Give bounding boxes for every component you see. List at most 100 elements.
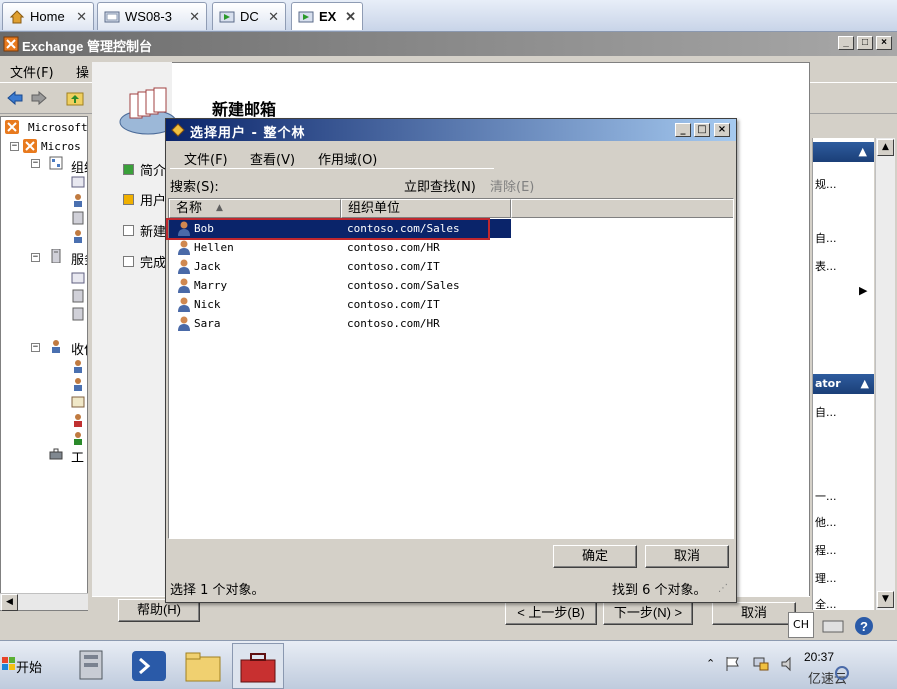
- clear-button[interactable]: 清除(E): [490, 176, 534, 195]
- language-indicator[interactable]: CH: [788, 612, 814, 638]
- table-row[interactable]: Marry contoso.com/Sales: [169, 276, 511, 295]
- dialog-title-bar: 选择用户 - 整个林 _ □ ×: [166, 119, 736, 141]
- table-row[interactable]: Sara contoso.com/HR: [169, 314, 511, 333]
- windows-logo-icon: [2, 657, 15, 670]
- tree-node[interactable]: 收件: [71, 339, 87, 358]
- volume-icon[interactable]: [780, 655, 794, 673]
- scroll-up-button[interactable]: ▲: [877, 139, 894, 156]
- powershell-icon[interactable]: [126, 645, 172, 687]
- table-row[interactable]: Jack contoso.com/IT: [169, 257, 511, 276]
- clock[interactable]: 20:37: [804, 650, 834, 664]
- tab-label: DC: [240, 9, 259, 24]
- help-icon[interactable]: ?: [854, 616, 874, 636]
- action-item[interactable]: 表...: [815, 258, 837, 274]
- find-now-button[interactable]: 立即查找(N): [404, 176, 476, 195]
- menu-view[interactable]: 查看(V): [250, 149, 295, 168]
- action-item[interactable]: 理...: [815, 570, 837, 586]
- action-item[interactable]: 他...: [815, 514, 837, 530]
- table-row[interactable]: Hellen contoso.com/HR: [169, 238, 511, 257]
- action-item[interactable]: 全...: [815, 596, 837, 610]
- collapse-icon[interactable]: −: [31, 253, 40, 262]
- tree-node[interactable]: Micros: [41, 140, 81, 153]
- action-item[interactable]: 自...: [815, 404, 837, 420]
- flag-icon[interactable]: [724, 655, 742, 673]
- tab-home[interactable]: Home ✕: [2, 2, 94, 30]
- minimize-button[interactable]: _: [838, 36, 854, 50]
- user-icon: [74, 230, 82, 243]
- menu-file[interactable]: 文件(F): [184, 149, 228, 168]
- column-header-filler: [511, 199, 733, 218]
- tab-ws08-3[interactable]: WS08-3 ✕: [97, 2, 207, 30]
- explorer-folder-icon[interactable]: [180, 645, 226, 687]
- tab-ex[interactable]: EX ✕: [291, 2, 363, 30]
- close-button[interactable]: ×: [876, 36, 892, 50]
- search-input[interactable]: [232, 174, 402, 192]
- menu-file[interactable]: 文件(F): [10, 62, 54, 81]
- scroll-down-button[interactable]: ▼: [877, 591, 894, 608]
- console-tree: Microsoft − Micros − 组织 − 服务 − 收件 工: [0, 116, 88, 611]
- tree-node[interactable]: 服务: [71, 249, 87, 268]
- tree-node[interactable]: 组织: [71, 157, 87, 176]
- start-button[interactable]: 开始: [0, 647, 50, 683]
- resize-grip-icon[interactable]: ⋰: [718, 583, 728, 594]
- tree-node[interactable]: 工: [71, 447, 84, 466]
- network-icon[interactable]: [752, 655, 770, 673]
- submenu-arrow-icon[interactable]: ▶: [859, 284, 867, 297]
- ok-button[interactable]: 确定: [553, 545, 637, 568]
- action-item[interactable]: 规...: [815, 176, 837, 192]
- watermark-logo-icon: [835, 666, 849, 680]
- menu-action[interactable]: 操: [76, 62, 89, 81]
- menu-scope[interactable]: 作用域(O): [318, 149, 377, 168]
- user-icon: [74, 360, 82, 373]
- user-icon: [178, 259, 190, 274]
- minimize-button[interactable]: _: [675, 123, 691, 137]
- tree-horizontal-scrollbar[interactable]: ◀: [0, 593, 88, 611]
- collapse-up-icon[interactable]: ▲: [861, 377, 869, 390]
- user-icon: [178, 240, 190, 255]
- server-icon: [72, 211, 84, 225]
- table-row[interactable]: Nick contoso.com/IT: [169, 295, 511, 314]
- column-header-ou[interactable]: 组织单位: [341, 199, 511, 218]
- server-manager-icon[interactable]: [70, 645, 116, 687]
- svg-text:?: ?: [860, 619, 868, 634]
- step-pending-icon: [123, 225, 134, 236]
- column-name-label: 名称: [176, 201, 203, 216]
- exchange-icon: [5, 120, 19, 134]
- user-icon: [178, 316, 190, 331]
- collapse-icon[interactable]: −: [31, 159, 40, 168]
- wizard-cancel-button[interactable]: 取消: [712, 602, 796, 625]
- show-hidden-icons-icon[interactable]: ⌃: [706, 657, 715, 670]
- maximize-button[interactable]: □: [694, 123, 710, 137]
- action-item[interactable]: 一...: [815, 488, 837, 504]
- user-name: Marry: [194, 279, 228, 292]
- close-icon[interactable]: ✕: [345, 9, 356, 25]
- forward-arrow-icon[interactable]: [30, 90, 48, 106]
- scroll-left-button[interactable]: ◀: [1, 594, 18, 611]
- column-header-name[interactable]: 名称 ▲: [169, 199, 341, 218]
- tab-dc[interactable]: DC ✕: [212, 2, 286, 30]
- close-icon[interactable]: ✕: [76, 9, 87, 25]
- collapse-icon[interactable]: −: [31, 343, 40, 352]
- maximize-button[interactable]: □: [857, 36, 873, 50]
- up-folder-icon[interactable]: [66, 90, 84, 106]
- vm-tab-strip: Home ✕ WS08-3 ✕ DC ✕ EX ✕: [0, 0, 897, 32]
- action-item[interactable]: 程...: [815, 542, 837, 558]
- collapse-up-icon[interactable]: ▲: [859, 145, 867, 158]
- next-button[interactable]: 下一步(N) >: [603, 602, 693, 625]
- user-name: Hellen: [194, 241, 234, 254]
- action-item[interactable]: 自...: [815, 230, 837, 246]
- taskbar-exchange-button[interactable]: [232, 643, 284, 689]
- back-arrow-icon[interactable]: [6, 90, 24, 106]
- user-ou: contoso.com/HR: [347, 241, 440, 254]
- actions-scrollbar[interactable]: ▲ ▼: [875, 138, 895, 610]
- keyboard-icon[interactable]: [822, 616, 844, 636]
- close-icon[interactable]: ✕: [268, 9, 279, 25]
- close-button[interactable]: ×: [714, 123, 730, 137]
- collapse-icon[interactable]: −: [10, 142, 19, 151]
- close-icon[interactable]: ✕: [189, 9, 200, 25]
- back-button[interactable]: < 上一步(B): [505, 602, 597, 625]
- vm-running-icon: [219, 11, 235, 22]
- tree-node[interactable]: Microsoft: [28, 121, 87, 134]
- dialog-cancel-button[interactable]: 取消: [645, 545, 729, 568]
- step-current-icon: [123, 194, 134, 205]
